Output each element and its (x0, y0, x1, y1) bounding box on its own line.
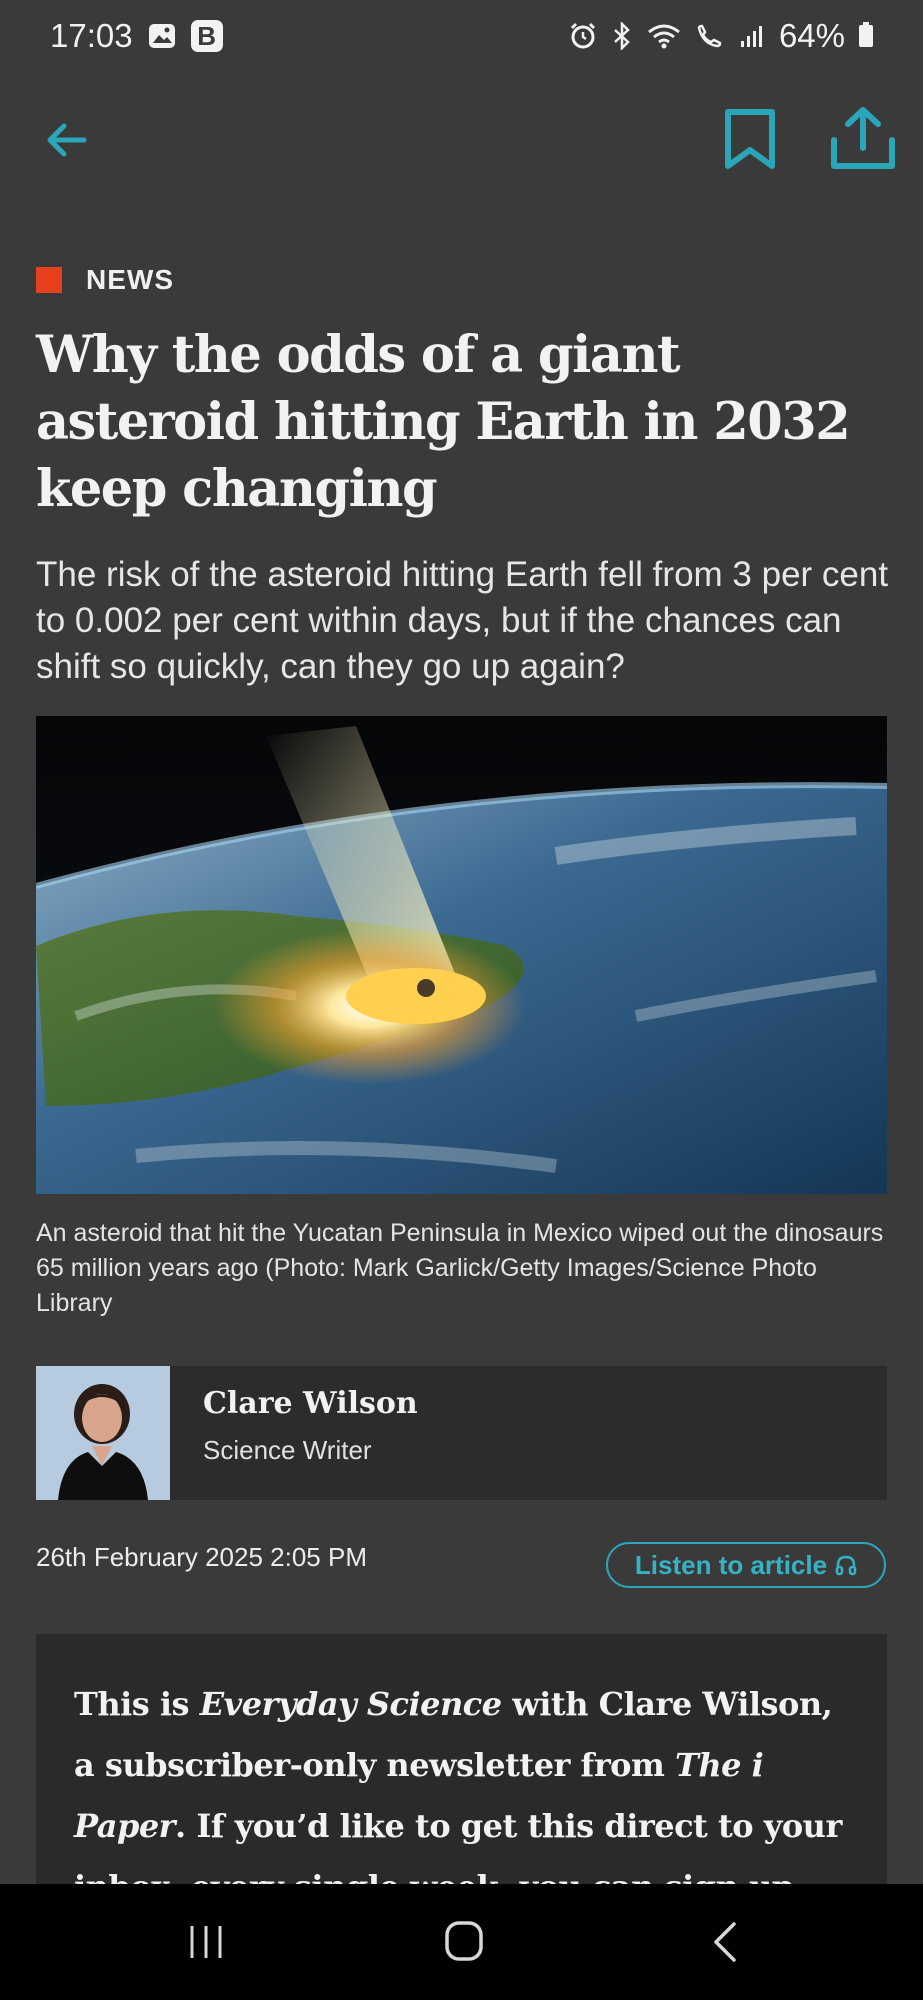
signal-icon (739, 23, 765, 49)
nav-back-button[interactable] (710, 1920, 740, 1964)
category-square-icon (36, 267, 62, 293)
image-caption: An asteroid that hit the Yucatan Peninsu… (36, 1219, 884, 1317)
category-label: NEWS (86, 264, 174, 295)
status-right: 64% (569, 17, 873, 55)
author-card[interactable]: Clare Wilson Science Writer (36, 1366, 887, 1500)
back-icon (714, 1922, 736, 1962)
recents-button[interactable] (186, 1924, 226, 1960)
author-avatar (36, 1366, 170, 1500)
author-name[interactable]: Clare Wilson (203, 1386, 418, 1421)
headphones-icon (835, 1555, 857, 1576)
standfirst: The risk of the asteroid hitting Earth f… (36, 555, 889, 686)
listen-label: Listen to article (634, 1549, 828, 1580)
publish-date: 26th February 2025 2:05 PM (36, 1542, 367, 1572)
headline: Why the odds of a giant asteroid hitting… (36, 325, 851, 519)
home-button[interactable] (444, 1920, 484, 1962)
listen-to-article-button[interactable]: Listen to article (606, 1542, 886, 1588)
status-time: 17:03 (50, 17, 133, 54)
bluetooth-icon (611, 22, 633, 50)
status-left: 17:03 B (50, 17, 223, 55)
recents-icon (190, 1926, 222, 1958)
battery-icon (859, 22, 873, 47)
share-icon (831, 107, 895, 169)
alarm-icon (569, 22, 597, 50)
bookmark-button[interactable] (720, 106, 780, 172)
category-tag: NEWS (36, 264, 174, 296)
share-button[interactable] (828, 104, 898, 174)
battery-percent: 64% (778, 17, 845, 54)
hero-image (36, 716, 887, 1194)
b-icon: B (190, 20, 223, 52)
home-icon (445, 1921, 483, 1961)
author-info: Clare Wilson Science Writer (170, 1366, 418, 1500)
newsletter-title: Everyday Science (199, 1685, 502, 1723)
newsletter-part1: This is (74, 1685, 200, 1723)
status-bar: 17:03 B 64% (0, 0, 923, 72)
system-nav-bar (0, 1884, 923, 2000)
gallery-icon (147, 21, 177, 51)
back-arrow-icon (47, 123, 87, 157)
author-role: Science Writer (203, 1435, 372, 1465)
asteroid-impact-image (36, 716, 887, 1194)
newsletter-text: This is Everyday Science with Clare Wils… (36, 1634, 887, 1884)
newsletter-promo: This is Everyday Science with Clare Wils… (36, 1634, 887, 1884)
wifi-icon (647, 22, 681, 50)
wifi-calling-icon (695, 22, 725, 50)
bookmark-icon (725, 109, 775, 169)
back-button[interactable] (40, 116, 96, 164)
article-toolbar (0, 100, 923, 180)
newsletter-part3: . If you’d like to get this direct to yo… (74, 1807, 842, 1884)
